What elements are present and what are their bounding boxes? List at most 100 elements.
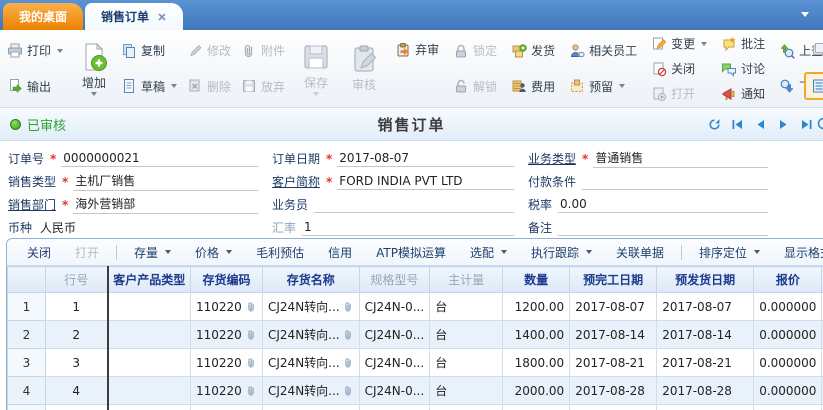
cell-cust-row3[interactable] <box>108 349 191 377</box>
unlock-button[interactable]: 解锁 <box>448 76 502 97</box>
sale-dept-input[interactable]: 海外营销部 <box>73 195 258 214</box>
cell-qty-row5[interactable] <box>503 405 570 410</box>
cell-quote-row5[interactable] <box>754 405 822 410</box>
modify-button[interactable]: 修改 <box>182 40 236 61</box>
expense-button[interactable]: 费用 <box>506 76 560 97</box>
paperclip-icon[interactable] <box>245 357 257 369</box>
related-docs-button[interactable]: 关联单据 <box>604 244 676 261</box>
paperclip-icon[interactable] <box>342 301 354 313</box>
paperclip-icon[interactable] <box>342 385 354 397</box>
format-button[interactable]: 显示格式 <box>772 244 823 261</box>
col-header-ship[interactable]: 预发货日期 <box>657 267 754 293</box>
cell-line-row1[interactable]: 1 <box>46 293 108 321</box>
edge-document-button[interactable] <box>804 36 823 64</box>
sort-button[interactable]: 排序定位 <box>687 244 772 261</box>
tab-sales-order[interactable]: 销售订单 <box>85 3 183 30</box>
cell-ship-row1[interactable]: 2017-08-07 <box>657 293 754 321</box>
cell-code-row1[interactable]: 110220 <box>191 293 263 321</box>
cell-unit-row2[interactable]: 台 <box>430 321 503 349</box>
edge-view-button[interactable] <box>804 72 823 100</box>
cell-quote-row1[interactable]: 0.000000 <box>754 293 822 321</box>
cell-sel-row5[interactable]: 5 <box>8 405 46 410</box>
col-header-name[interactable]: 存货名称 <box>263 267 360 293</box>
cell-done-row4[interactable]: 2017-08-28 <box>570 377 657 405</box>
paperclip-icon[interactable] <box>245 385 257 397</box>
cell-code-row3[interactable]: 110220 <box>191 349 263 377</box>
cell-qty-row3[interactable]: 1800.00 <box>503 349 570 377</box>
last-record-button[interactable] <box>800 118 813 131</box>
open-line-button[interactable]: 打开 <box>63 244 111 261</box>
discuss-button[interactable]: 讨论 <box>716 60 770 77</box>
annotate-button[interactable]: 批注 <box>716 35 770 52</box>
next-record-button[interactable] <box>777 118 790 131</box>
delete-button[interactable]: 删除 <box>182 76 236 97</box>
col-header-sel[interactable] <box>8 267 46 293</box>
cell-spec-row5[interactable] <box>359 405 430 410</box>
col-header-unit[interactable]: 主计量 <box>430 267 503 293</box>
close-bill-button[interactable]: 关闭 <box>646 60 712 77</box>
reserve-button[interactable]: 预留 <box>564 76 642 97</box>
order-date-input[interactable]: 2017-08-07 <box>337 151 514 167</box>
cell-sel-row4[interactable]: 4 <box>8 377 46 405</box>
cell-done-row5[interactable] <box>570 405 657 410</box>
cell-qty-row2[interactable]: 1400.00 <box>503 321 570 349</box>
col-header-line[interactable]: 行号 <box>46 267 108 293</box>
discard-button[interactable]: 放弃 <box>236 76 290 97</box>
cell-qty-row4[interactable]: 2000.00 <box>503 377 570 405</box>
price-button[interactable]: 价格 <box>183 244 244 261</box>
currency-input[interactable]: 人民币 <box>38 219 258 237</box>
cell-done-row1[interactable]: 2017-08-07 <box>570 293 657 321</box>
cell-line-row4[interactable]: 4 <box>46 377 108 405</box>
export-button[interactable]: 输出 <box>2 76 68 97</box>
sale-type-input[interactable]: 主机厂销售 <box>73 172 258 191</box>
cell-spec-row2[interactable]: CJ24N-0... <box>359 321 430 349</box>
cell-ship-row3[interactable]: 2017-08-21 <box>657 349 754 377</box>
unaudit-button[interactable]: 弃审 <box>390 39 444 60</box>
cell-unit-row4[interactable]: 台 <box>430 377 503 405</box>
col-header-code[interactable]: 存货编码 <box>191 267 263 293</box>
lock-button[interactable]: 锁定 <box>448 40 502 61</box>
credit-button[interactable]: 信用 <box>316 244 364 261</box>
cell-name-row4[interactable]: CJ24N转向... <box>263 377 360 405</box>
attachment-button[interactable]: 附件 <box>236 40 290 61</box>
col-header-spec[interactable]: 规格型号 <box>359 267 430 293</box>
add-button[interactable]: 增加 <box>72 32 116 105</box>
tab-my-desktop[interactable]: 我的桌面 <box>3 3 83 30</box>
cell-sel-row2[interactable]: 2 <box>8 321 46 349</box>
exchange-rate-input[interactable]: 1 <box>302 220 514 236</box>
cell-unit-row3[interactable]: 台 <box>430 349 503 377</box>
col-header-quote[interactable]: 报价 <box>754 267 822 293</box>
refresh-button[interactable] <box>708 118 721 131</box>
cell-cust-row2[interactable] <box>108 321 191 349</box>
paperclip-icon[interactable] <box>245 329 257 341</box>
customer-label[interactable]: 客户简称 <box>272 173 320 190</box>
paperclip-icon[interactable] <box>342 329 354 341</box>
cell-cust-row1[interactable] <box>108 293 191 321</box>
cell-spec-row1[interactable]: CJ24N-0... <box>359 293 430 321</box>
cell-line-row3[interactable]: 3 <box>46 349 108 377</box>
cell-quote-row4[interactable]: 0.000000 <box>754 377 822 405</box>
close-icon[interactable] <box>157 12 167 22</box>
audit-button[interactable]: 审核 <box>342 32 386 105</box>
cell-sel-row1[interactable]: 1 <box>8 293 46 321</box>
cell-code-row4[interactable]: 110220 <box>191 377 263 405</box>
cell-done-row3[interactable]: 2017-08-21 <box>570 349 657 377</box>
close-line-button[interactable]: 关闭 <box>15 244 63 261</box>
cell-sel-row3[interactable]: 3 <box>8 349 46 377</box>
salesman-input[interactable] <box>314 197 514 213</box>
col-header-cust[interactable]: 客户产品类型 <box>108 267 191 293</box>
customer-input[interactable]: FORD INDIA PVT LTD <box>337 174 514 190</box>
gross-profit-button[interactable]: 毛利预估 <box>244 244 316 261</box>
cell-unit-row5[interactable] <box>430 405 503 410</box>
cell-cust-row5[interactable] <box>108 405 191 410</box>
biz-type-label[interactable]: 业务类型 <box>528 150 576 167</box>
cell-code-row5[interactable] <box>191 405 263 410</box>
cell-name-row3[interactable]: CJ24N转向... <box>263 349 360 377</box>
order-no-input[interactable]: 0000000021 <box>61 151 258 167</box>
col-header-qty[interactable]: 数量 <box>503 267 570 293</box>
first-record-button[interactable] <box>731 118 744 131</box>
sale-dept-label[interactable]: 销售部门 <box>8 196 56 213</box>
tabbar-menu-caret-icon[interactable] <box>801 12 809 17</box>
cell-quote-row2[interactable]: 0.000000 <box>754 321 822 349</box>
paperclip-icon[interactable] <box>245 301 257 313</box>
